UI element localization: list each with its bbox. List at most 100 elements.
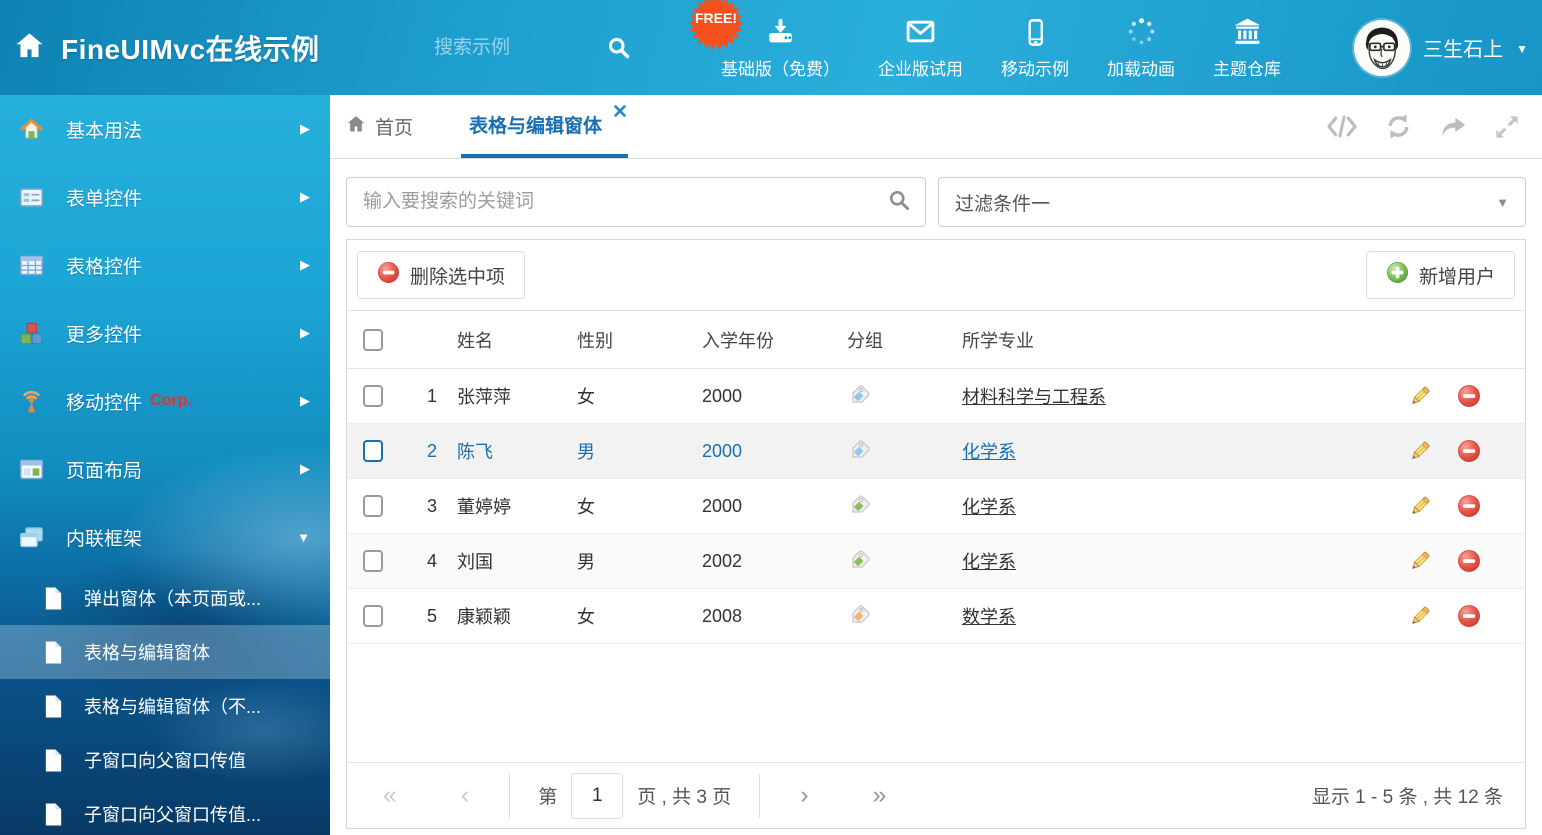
major-link[interactable]: 化学系	[962, 438, 1375, 464]
user-menu[interactable]: 三生石上 ▼	[1354, 0, 1528, 95]
sidebar-subitem-0[interactable]: 弹出窗体（本页面或...	[0, 571, 330, 625]
row-checkbox[interactable]	[363, 385, 383, 407]
tab-home-label: 首页	[375, 113, 413, 140]
file-icon	[42, 640, 65, 665]
first-page-button[interactable]: «	[383, 783, 397, 808]
header-search	[432, 0, 631, 95]
table-row[interactable]: 1张萍萍女2000材料科学与工程系	[347, 369, 1525, 424]
col-header-year[interactable]: 入学年份	[702, 327, 847, 353]
tag-icon	[847, 494, 962, 518]
sidebar-item-6[interactable]: 内联框架▼	[0, 503, 330, 571]
select-all-checkbox[interactable]	[363, 329, 383, 351]
main-content: 首页 表格与编辑窗体	[330, 95, 1542, 835]
filter-dropdown-value: 过滤条件一	[955, 189, 1050, 216]
table-row[interactable]: 4刘国男2002化学系	[347, 534, 1525, 589]
row-number: 5	[407, 606, 457, 627]
delete-row-icon[interactable]	[1457, 549, 1481, 573]
edit-pencil-icon[interactable]	[1408, 439, 1432, 463]
brand: FineUIMvc在线示例	[14, 0, 320, 95]
sidebar-item-4[interactable]: 移动控件Corp.▶	[0, 367, 330, 435]
col-header-group[interactable]: 分组	[847, 327, 962, 353]
table-row[interactable]: 5康颖颖女2008数学系	[347, 589, 1525, 644]
sidebar-subitem-3[interactable]: 子窗口向父窗口传值	[0, 733, 330, 787]
table-row[interactable]: 3董婷婷女2000化学系	[347, 479, 1525, 534]
page-number-input[interactable]	[571, 773, 623, 819]
edit-pencil-icon[interactable]	[1408, 604, 1432, 628]
sidebar-item-5[interactable]: 页面布局▶	[0, 435, 330, 503]
layout-color-icon	[18, 456, 45, 483]
top-nav-enterprise-trial[interactable]: 企业版试用	[859, 16, 982, 80]
tab-active[interactable]: 表格与编辑窗体	[461, 95, 628, 158]
edit-pencil-icon[interactable]	[1408, 494, 1432, 518]
expand-icon[interactable]	[1494, 114, 1520, 140]
delete-selected-button[interactable]: 删除选中项	[357, 251, 525, 299]
caret-down-icon: ▼	[1516, 42, 1528, 56]
sidebar-subitem-1[interactable]: 表格与编辑窗体	[0, 625, 330, 679]
major-link[interactable]: 化学系	[962, 493, 1375, 519]
top-nav-mobile-demo[interactable]: 移动示例	[982, 16, 1088, 80]
last-page-button[interactable]: »	[873, 783, 887, 808]
delete-row-icon[interactable]	[1457, 604, 1481, 628]
cell-year: 2000	[702, 386, 847, 407]
cell-year: 2008	[702, 606, 847, 627]
major-link[interactable]: 材料科学与工程系	[962, 383, 1375, 409]
sidebar-subitem-2[interactable]: 表格与编辑窗体（不...	[0, 679, 330, 733]
keyword-search-box	[346, 177, 926, 227]
home-icon[interactable]	[14, 30, 45, 66]
table-row[interactable]: 2陈飞男2000化学系	[347, 424, 1525, 479]
bank-icon	[1231, 16, 1264, 48]
row-checkbox[interactable]	[363, 605, 383, 627]
sidebar-item-2[interactable]: 表格控件▶	[0, 231, 330, 299]
share-icon[interactable]	[1439, 113, 1467, 141]
search-icon[interactable]	[606, 35, 631, 60]
tab-tools	[1326, 95, 1526, 158]
header-search-input[interactable]	[432, 36, 592, 60]
avatar[interactable]	[1354, 20, 1410, 76]
grid-header-row: 姓名 性别 入学年份 分组 所学专业	[347, 311, 1525, 369]
prev-page-button[interactable]: ‹	[461, 783, 469, 808]
col-header-name[interactable]: 姓名	[457, 327, 577, 353]
row-number: 1	[407, 386, 457, 407]
corp-badge: Corp.	[150, 392, 192, 410]
col-header-major[interactable]: 所学专业	[962, 327, 1375, 353]
sidebar: 基本用法▶表单控件▶表格控件▶更多控件▶移动控件Corp.▶页面布局▶内联框架▼…	[0, 95, 330, 835]
cell-year: 2000	[702, 496, 847, 517]
delete-row-icon[interactable]	[1457, 494, 1481, 518]
next-page-button[interactable]: ›	[800, 783, 808, 808]
user-name: 三生石上	[1423, 33, 1503, 62]
plus-circle-icon	[1386, 261, 1409, 290]
delete-row-icon[interactable]	[1457, 439, 1481, 463]
add-user-button[interactable]: 新增用户	[1366, 251, 1515, 299]
major-link[interactable]: 数学系	[962, 603, 1375, 629]
sidebar-item-0[interactable]: 基本用法▶	[0, 95, 330, 163]
refresh-icon[interactable]	[1385, 113, 1412, 140]
cell-name: 康颖颖	[457, 603, 577, 629]
top-nav-theme-repo[interactable]: 主题仓库	[1194, 16, 1300, 80]
close-icon[interactable]	[614, 105, 626, 117]
cell-name: 陈飞	[457, 438, 577, 464]
sidebar-subitem-4[interactable]: 子窗口向父窗口传值...	[0, 787, 330, 835]
source-code-icon[interactable]	[1326, 115, 1358, 138]
tab-home[interactable]: 首页	[346, 95, 413, 158]
row-checkbox[interactable]	[363, 440, 383, 462]
keyword-search-input[interactable]	[361, 190, 887, 214]
search-icon[interactable]	[887, 188, 911, 217]
sidebar-item-1[interactable]: 表单控件▶	[0, 163, 330, 231]
row-checkbox[interactable]	[363, 495, 383, 517]
cell-name: 张萍萍	[457, 383, 577, 409]
major-link[interactable]: 化学系	[962, 548, 1375, 574]
tag-icon	[847, 549, 962, 573]
row-checkbox[interactable]	[363, 550, 383, 572]
sidebar-item-3[interactable]: 更多控件▶	[0, 299, 330, 367]
chevron-right-icon: ▶	[300, 189, 310, 205]
mobile-icon	[1020, 16, 1051, 48]
row-number: 2	[407, 441, 457, 462]
app-header: FineUIMvc在线示例 FREE! 基础版（免费）企业版试用移动示例加载动画…	[0, 0, 1542, 95]
caret-down-icon: ▼	[297, 530, 310, 545]
delete-row-icon[interactable]	[1457, 384, 1481, 408]
col-header-gender[interactable]: 性别	[577, 327, 702, 353]
filter-dropdown[interactable]: 过滤条件一 ▼	[938, 177, 1526, 227]
edit-pencil-icon[interactable]	[1408, 549, 1432, 573]
edit-pencil-icon[interactable]	[1408, 384, 1432, 408]
top-nav-loading-animation[interactable]: 加载动画	[1088, 16, 1194, 80]
